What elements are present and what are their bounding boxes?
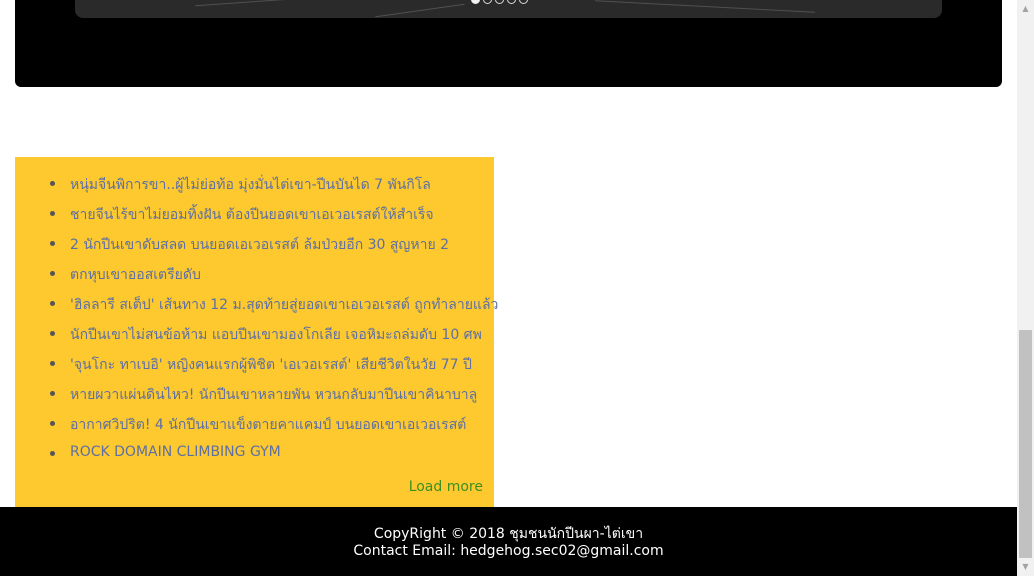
bullet-icon	[50, 301, 55, 306]
load-more-link[interactable]: Load more	[409, 479, 483, 495]
bullet-icon	[50, 331, 55, 336]
contact-label: Contact Email:	[353, 543, 456, 559]
news-link[interactable]: ตกหุบเขาออสเตรียดับ	[70, 264, 201, 286]
news-item: หายผวาแผ่นดินไหว! นักปีนเขาหลายพัน หวนกล…	[15, 380, 494, 410]
slider-dots	[471, 0, 528, 4]
slider-dot-1[interactable]	[471, 0, 480, 4]
scroll-up-icon[interactable]: ▲	[1017, 2, 1034, 16]
bullet-icon	[50, 451, 55, 456]
news-item: หนุ่มจีนพิการขา..ผู้ไม่ย่อท้อ มุ่งมั่นไต…	[15, 170, 494, 200]
news-link[interactable]: นักปีนเขาไม่สนข้อห้าม แอบปีนเขามองโกเลีย…	[70, 324, 482, 346]
news-link[interactable]: 2 นักปีนเขาดับสลด บนยอดเอเวอเรสต์ ล้มป่ว…	[70, 234, 449, 256]
contact-line: Contact Email: hedgehog.sec02@gmail.com	[0, 543, 1017, 559]
slider-dot-5[interactable]	[519, 0, 528, 4]
bullet-icon	[50, 361, 55, 366]
slider-dot-4[interactable]	[507, 0, 516, 4]
bullet-icon	[50, 211, 55, 216]
scroll-thumb[interactable]	[1019, 330, 1032, 558]
page: หนุ่มจีนพิการขา..ผู้ไม่ย่อท้อ มุ่งมั่นไต…	[0, 0, 1017, 576]
news-link[interactable]: 'จุนโกะ ทาเบอิ' หญิงคนแรกผู้พิชิต 'เอเวอ…	[70, 354, 472, 376]
news-list: หนุ่มจีนพิการขา..ผู้ไม่ย่อท้อ มุ่งมั่นไต…	[15, 170, 498, 470]
news-item: ROCK DOMAIN CLIMBING GYM	[15, 440, 494, 470]
slider-dot-2[interactable]	[483, 0, 492, 4]
footer: CopyRight © 2018 ชุมชนนักปีนผา-ไต่เขา Co…	[0, 507, 1017, 576]
bullet-icon	[50, 391, 55, 396]
bullet-icon	[50, 181, 55, 186]
news-link[interactable]: ROCK DOMAIN CLIMBING GYM	[70, 444, 281, 460]
news-item: อากาศวิปริต! 4 นักปีนเขาแข็งตายคาแคมป์ บ…	[15, 410, 494, 440]
news-item: นักปีนเขาไม่สนข้อห้าม แอบปีนเขามองโกเลีย…	[15, 320, 494, 350]
news-item: 2 นักปีนเขาดับสลด บนยอดเอเวอเรสต์ ล้มป่ว…	[15, 230, 494, 260]
scroll-down-icon[interactable]: ▼	[1017, 560, 1034, 574]
news-item: ตกหุบเขาออสเตรียดับ	[15, 260, 494, 290]
slider-dot-3[interactable]	[495, 0, 504, 4]
hero-panel	[15, 0, 1002, 87]
bullet-icon	[50, 421, 55, 426]
vertical-scrollbar[interactable]: ▲ ▼	[1017, 0, 1034, 576]
image-slider[interactable]	[75, 0, 942, 18]
news-item: 'ฮิลลารี สเต็ป' เส้นทาง 12 ม.สุดท้ายสู่ย…	[15, 290, 498, 320]
news-link[interactable]: หายผวาแผ่นดินไหว! นักปีนเขาหลายพัน หวนกล…	[70, 384, 477, 406]
news-link[interactable]: อากาศวิปริต! 4 นักปีนเขาแข็งตายคาแคมป์ บ…	[70, 414, 466, 436]
bullet-icon	[50, 271, 55, 276]
news-link[interactable]: ชายจีนไร้ขาไม่ยอมทิ้งฝัน ต้องปีนยอดเขาเอ…	[70, 204, 434, 226]
bullet-icon	[50, 241, 55, 246]
news-link[interactable]: หนุ่มจีนพิการขา..ผู้ไม่ย่อท้อ มุ่งมั่นไต…	[70, 174, 431, 196]
copyright-text: CopyRight © 2018 ชุมชนนักปีนผา-ไต่เขา	[373, 526, 644, 542]
news-item: 'จุนโกะ ทาเบอิ' หญิงคนแรกผู้พิชิต 'เอเวอ…	[15, 350, 494, 380]
news-link[interactable]: 'ฮิลลารี สเต็ป' เส้นทาง 12 ม.สุดท้ายสู่ย…	[70, 294, 498, 316]
news-item: ชายจีนไร้ขาไม่ยอมทิ้งฝัน ต้องปีนยอดเขาเอ…	[15, 200, 494, 230]
news-box: หนุ่มจีนพิการขา..ผู้ไม่ย่อท้อ มุ่งมั่นไต…	[15, 157, 498, 507]
contact-email: hedgehog.sec02@gmail.com	[460, 543, 664, 559]
